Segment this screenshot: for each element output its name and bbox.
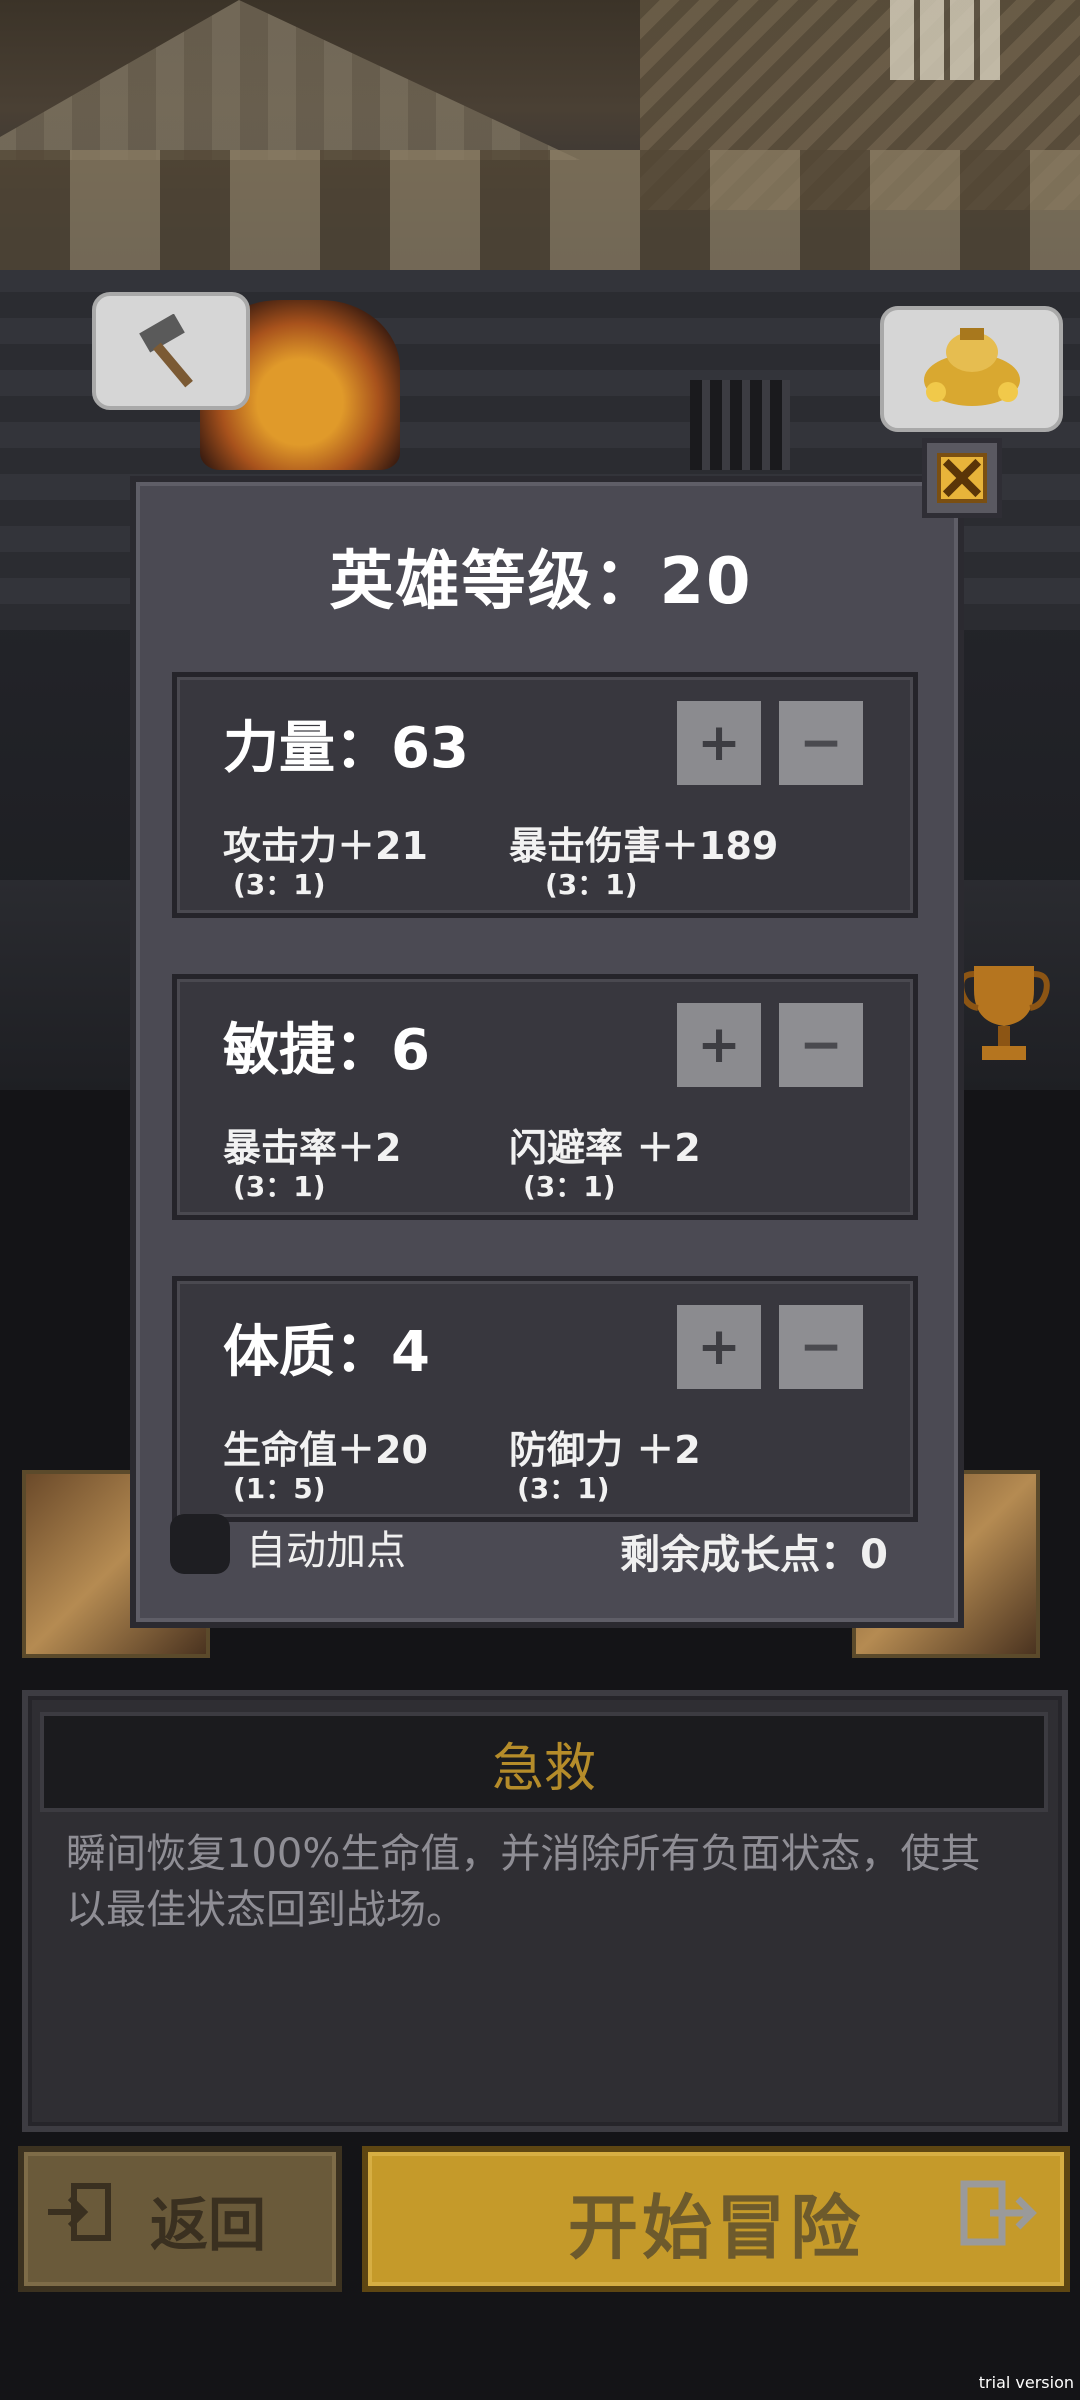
timber-beam [0,150,1080,270]
exit-icon [960,2180,1037,2246]
stat-name: 力量：63 [223,716,469,781]
trophy-icon[interactable] [958,960,1050,1070]
ratio-right: (3：1) [517,1472,610,1505]
auto-assign-checkbox[interactable] [170,1514,230,1574]
ratio-right: (3：1) [545,868,638,901]
money-bag-icon [924,328,1020,406]
stat-agility: 敏捷：6 + − 暴击率＋2 (3：1) 闪避率 ＋2 (3：1) [172,974,918,1220]
bonus-right: 暴击伤害＋189 [509,824,779,868]
plus-button[interactable]: + [677,1305,761,1389]
minus-button[interactable]: − [779,1003,863,1087]
skill-title: 急救 [491,1739,596,1799]
back-button-label: 返回 [150,2191,267,2259]
plus-button[interactable]: + [677,701,761,785]
remaining-points: 剩余成长点：0 [620,1532,888,1578]
trial-watermark: trial version [978,2373,1074,2392]
hammer-icon [139,314,193,388]
hero-level-title: 英雄等级：20 [329,545,753,619]
bonus-left: 攻击力＋21 [223,824,428,868]
close-button[interactable] [922,438,1002,518]
blacksmith-bubble[interactable] [92,292,250,410]
close-icon [937,453,987,503]
ratio-left: (1：5) [233,1472,326,1505]
stat-constitution: 体质：4 + − 生命值＋20 (1：5) 防御力 ＋2 (3：1) [172,1276,918,1522]
stat-name: 体质：4 [223,1320,430,1385]
stat-name: 敏捷：6 [223,1018,430,1083]
minus-button[interactable]: − [779,1305,863,1389]
bonus-right: 防御力 ＋2 [509,1428,701,1472]
minus-button[interactable]: − [779,701,863,785]
roof-left [0,0,580,160]
barred-window [690,380,790,470]
window-top [890,0,1000,80]
shop-bubble[interactable] [880,306,1063,432]
skill-description: 瞬间恢复100%生命值，并消除所有负面状态，使其以最佳状态回到战场。 [66,1831,981,1933]
ratio-left: (3：1) [233,1170,326,1203]
bonus-left: 暴击率＋2 [223,1126,402,1170]
ratio-right: (3：1) [523,1170,616,1203]
ratio-left: (3：1) [233,868,326,901]
bonus-right: 闪避率 ＋2 [509,1126,701,1170]
stat-strength: 力量：63 + − 攻击力＋21 (3：1) 暴击伤害＋189 (3：1) [172,672,918,918]
enter-icon [48,2183,111,2241]
auto-assign-label: 自动加点 [246,1528,406,1574]
bonus-left: 生命值＋20 [223,1428,428,1472]
plus-button[interactable]: + [677,1003,761,1087]
